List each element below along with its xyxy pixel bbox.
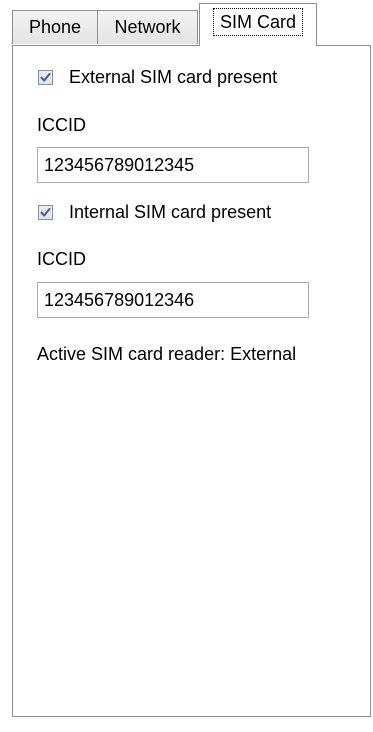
active-sim-reader-status: Active SIM card reader: External [37, 344, 297, 364]
internal-iccid-label: ICCID [37, 249, 86, 269]
internal-iccid-field[interactable] [37, 282, 309, 318]
tab-strip: Phone Network SIM Card [0, 0, 373, 46]
external-sim-present-row[interactable]: External SIM card present [38, 65, 277, 89]
external-sim-present-label: External SIM card present [69, 66, 278, 87]
tab-network[interactable]: Network [97, 10, 198, 44]
external-sim-present-checkbox[interactable] [38, 69, 53, 85]
sim-card-tab-panel: External SIM card present ICCID Internal… [12, 45, 371, 717]
external-iccid-label: ICCID [37, 115, 86, 135]
check-mark-icon [40, 72, 51, 82]
tab-phone[interactable]: Phone [12, 10, 98, 44]
internal-sim-present-row[interactable]: Internal SIM card present [38, 200, 271, 224]
tab-sim-card-label: SIM Card [212, 8, 304, 36]
internal-sim-present-checkbox[interactable] [38, 204, 53, 220]
tab-sim-card[interactable]: SIM Card [199, 3, 317, 46]
internal-sim-present-label: Internal SIM card present [69, 201, 272, 222]
check-mark-icon [40, 207, 51, 217]
external-iccid-field[interactable] [37, 147, 309, 183]
